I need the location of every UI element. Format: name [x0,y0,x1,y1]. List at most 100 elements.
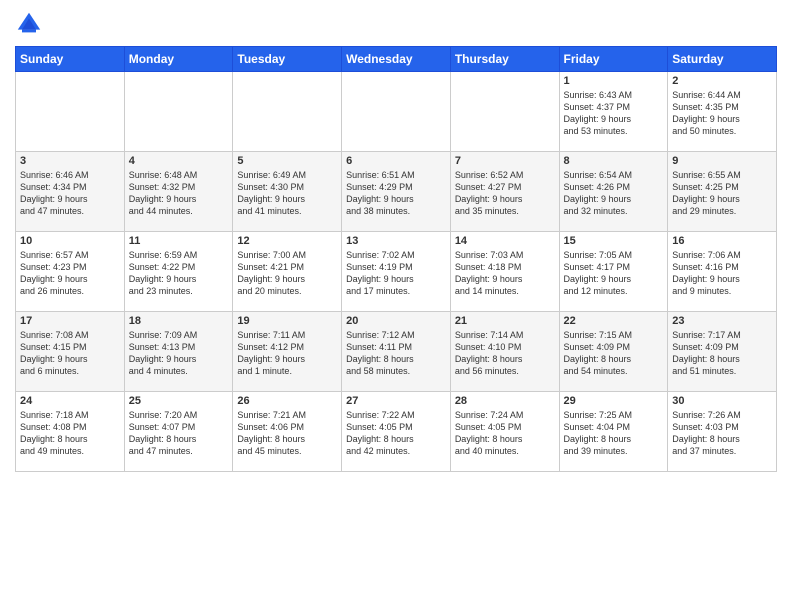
day-info: Sunrise: 7:00 AM Sunset: 4:21 PM Dayligh… [237,249,337,298]
calendar-cell: 7 Sunrise: 6:52 AM Sunset: 4:27 PM Daylig… [450,152,559,232]
day-number: 10 [20,235,120,247]
calendar-cell: 17Sunrise: 7:08 AM Sunset: 4:15 PM Dayli… [16,312,125,392]
calendar-cell: 1Sunrise: 6:43 AM Sunset: 4:37 PM Daylig… [559,72,668,152]
calendar-cell: 8 Sunrise: 6:54 AM Sunset: 4:26 PM Daylig… [559,152,668,232]
calendar-cell: 3 Sunrise: 6:46 AM Sunset: 4:34 PM Daylig… [16,152,125,232]
day-info: Sunrise: 7:24 AM Sunset: 4:05 PM Dayligh… [455,409,555,458]
calendar-cell: 6 Sunrise: 6:51 AM Sunset: 4:29 PM Daylig… [342,152,451,232]
day-info: Sunrise: 7:17 AM Sunset: 4:09 PM Dayligh… [672,329,772,378]
day-info: Sunrise: 7:20 AM Sunset: 4:07 PM Dayligh… [129,409,229,458]
calendar-row: 10 Sunrise: 6:57 AM Sunset: 4:23 PM Dayli… [16,232,777,312]
day-info: Sunrise: 6:57 AM Sunset: 4:23 PM Dayligh… [20,249,120,298]
calendar-cell: 24 Sunrise: 7:18 AM Sunset: 4:08 PM Dayli… [16,392,125,472]
day-number: 28 [455,395,555,407]
calendar-cell: 30Sunrise: 7:26 AM Sunset: 4:03 PM Dayli… [668,392,777,472]
day-number: 25 [129,395,229,407]
day-number: 6 [346,155,446,167]
calendar-cell: 16 Sunrise: 7:06 AM Sunset: 4:16 PM Dayli… [668,232,777,312]
day-info: Sunrise: 7:22 AM Sunset: 4:05 PM Dayligh… [346,409,446,458]
day-number: 17 [20,315,120,327]
calendar-header-row: SundayMondayTuesdayWednesdayThursdayFrid… [16,47,777,72]
day-number: 13 [346,235,446,247]
calendar-cell: 22 Sunrise: 7:15 AM Sunset: 4:09 PM Dayli… [559,312,668,392]
day-info: Sunrise: 6:44 AM Sunset: 4:35 PM Dayligh… [672,89,772,138]
calendar-row: 24 Sunrise: 7:18 AM Sunset: 4:08 PM Dayli… [16,392,777,472]
day-number: 4 [129,155,229,167]
day-info: Sunrise: 7:15 AM Sunset: 4:09 PM Dayligh… [564,329,664,378]
day-info: Sunrise: 6:54 AM Sunset: 4:26 PM Dayligh… [564,169,664,218]
calendar-cell [342,72,451,152]
day-header: Friday [559,47,668,72]
day-number: 16 [672,235,772,247]
calendar-cell: 23 Sunrise: 7:17 AM Sunset: 4:09 PM Dayli… [668,312,777,392]
day-number: 14 [455,235,555,247]
day-info: Sunrise: 7:11 AM Sunset: 4:12 PM Dayligh… [237,329,337,378]
calendar-cell [450,72,559,152]
day-info: Sunrise: 7:12 AM Sunset: 4:11 PM Dayligh… [346,329,446,378]
day-info: Sunrise: 7:02 AM Sunset: 4:19 PM Dayligh… [346,249,446,298]
day-info: Sunrise: 6:52 AM Sunset: 4:27 PM Dayligh… [455,169,555,218]
calendar-cell: 18 Sunrise: 7:09 AM Sunset: 4:13 PM Dayli… [124,312,233,392]
day-info: Sunrise: 6:51 AM Sunset: 4:29 PM Dayligh… [346,169,446,218]
page: SundayMondayTuesdayWednesdayThursdayFrid… [0,0,792,612]
calendar-row: 17Sunrise: 7:08 AM Sunset: 4:15 PM Dayli… [16,312,777,392]
day-header: Thursday [450,47,559,72]
day-number: 29 [564,395,664,407]
day-info: Sunrise: 7:03 AM Sunset: 4:18 PM Dayligh… [455,249,555,298]
calendar-cell: 9 Sunrise: 6:55 AM Sunset: 4:25 PM Daylig… [668,152,777,232]
day-number: 2 [672,75,772,87]
day-info: Sunrise: 7:21 AM Sunset: 4:06 PM Dayligh… [237,409,337,458]
day-number: 22 [564,315,664,327]
day-number: 24 [20,395,120,407]
day-number: 18 [129,315,229,327]
calendar-cell: 28 Sunrise: 7:24 AM Sunset: 4:05 PM Dayli… [450,392,559,472]
day-header: Monday [124,47,233,72]
header [15,10,777,38]
calendar-cell: 12 Sunrise: 7:00 AM Sunset: 4:21 PM Dayli… [233,232,342,312]
calendar-cell [233,72,342,152]
calendar-cell: 2 Sunrise: 6:44 AM Sunset: 4:35 PM Daylig… [668,72,777,152]
day-number: 11 [129,235,229,247]
calendar: SundayMondayTuesdayWednesdayThursdayFrid… [15,46,777,472]
day-info: Sunrise: 7:25 AM Sunset: 4:04 PM Dayligh… [564,409,664,458]
day-info: Sunrise: 6:49 AM Sunset: 4:30 PM Dayligh… [237,169,337,218]
calendar-cell: 4 Sunrise: 6:48 AM Sunset: 4:32 PM Daylig… [124,152,233,232]
day-info: Sunrise: 6:59 AM Sunset: 4:22 PM Dayligh… [129,249,229,298]
calendar-cell: 14 Sunrise: 7:03 AM Sunset: 4:18 PM Dayli… [450,232,559,312]
calendar-cell: 13 Sunrise: 7:02 AM Sunset: 4:19 PM Dayli… [342,232,451,312]
day-header: Saturday [668,47,777,72]
day-info: Sunrise: 7:05 AM Sunset: 4:17 PM Dayligh… [564,249,664,298]
day-number: 23 [672,315,772,327]
day-info: Sunrise: 7:18 AM Sunset: 4:08 PM Dayligh… [20,409,120,458]
day-info: Sunrise: 7:14 AM Sunset: 4:10 PM Dayligh… [455,329,555,378]
day-header: Sunday [16,47,125,72]
calendar-cell: 21Sunrise: 7:14 AM Sunset: 4:10 PM Dayli… [450,312,559,392]
calendar-cell: 10 Sunrise: 6:57 AM Sunset: 4:23 PM Dayli… [16,232,125,312]
day-info: Sunrise: 7:06 AM Sunset: 4:16 PM Dayligh… [672,249,772,298]
day-info: Sunrise: 7:09 AM Sunset: 4:13 PM Dayligh… [129,329,229,378]
day-number: 8 [564,155,664,167]
calendar-cell: 20 Sunrise: 7:12 AM Sunset: 4:11 PM Dayli… [342,312,451,392]
day-number: 7 [455,155,555,167]
calendar-cell: 5Sunrise: 6:49 AM Sunset: 4:30 PM Daylig… [233,152,342,232]
calendar-cell: 26Sunrise: 7:21 AM Sunset: 4:06 PM Dayli… [233,392,342,472]
calendar-cell [16,72,125,152]
day-header: Tuesday [233,47,342,72]
day-info: Sunrise: 6:46 AM Sunset: 4:34 PM Dayligh… [20,169,120,218]
calendar-cell: 15Sunrise: 7:05 AM Sunset: 4:17 PM Dayli… [559,232,668,312]
day-number: 1 [564,75,664,87]
day-info: Sunrise: 6:48 AM Sunset: 4:32 PM Dayligh… [129,169,229,218]
day-number: 19 [237,315,337,327]
calendar-cell [124,72,233,152]
day-number: 9 [672,155,772,167]
calendar-cell: 27 Sunrise: 7:22 AM Sunset: 4:05 PM Dayli… [342,392,451,472]
day-number: 3 [20,155,120,167]
calendar-row: 3 Sunrise: 6:46 AM Sunset: 4:34 PM Daylig… [16,152,777,232]
logo-icon [15,10,43,38]
day-number: 20 [346,315,446,327]
day-info: Sunrise: 6:55 AM Sunset: 4:25 PM Dayligh… [672,169,772,218]
calendar-cell: 11 Sunrise: 6:59 AM Sunset: 4:22 PM Dayli… [124,232,233,312]
day-number: 27 [346,395,446,407]
day-number: 12 [237,235,337,247]
day-number: 30 [672,395,772,407]
